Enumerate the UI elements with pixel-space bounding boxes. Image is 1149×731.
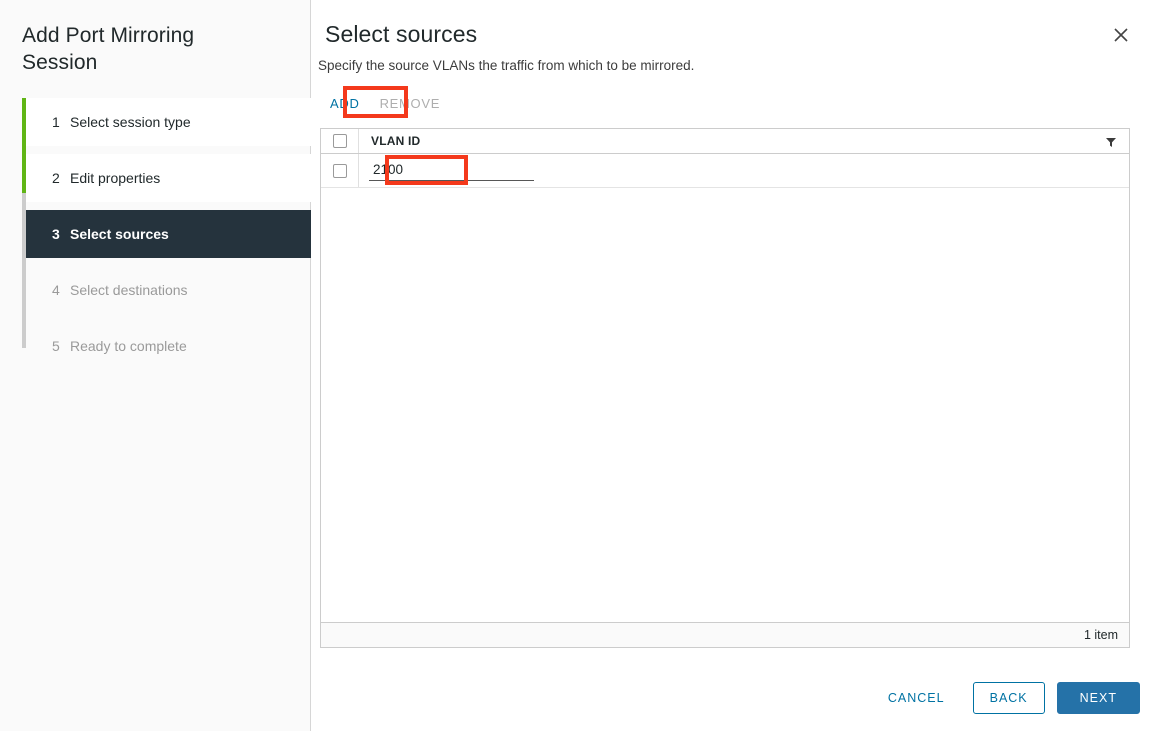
add-port-mirroring-session-wizard: Add Port Mirroring Session 1 Select sess… [0,0,1149,731]
table-row [321,154,1129,188]
back-button[interactable]: BACK [973,682,1045,714]
row-checkbox[interactable] [333,164,347,178]
cancel-button[interactable]: CANCEL [872,682,961,714]
close-icon[interactable] [1107,21,1135,49]
vlan-sources-table: VLAN ID 1 item [320,128,1130,648]
add-button[interactable]: ADD [320,92,370,115]
sidebar-step-ready-to-complete[interactable]: 5 Ready to complete [26,322,311,370]
table-action-bar: ADD REMOVE [320,90,450,116]
row-select-cell [321,154,359,187]
next-button[interactable]: NEXT [1057,682,1140,714]
step-number: 4 [52,282,70,298]
step-number: 2 [52,170,70,186]
sidebar-step-edit-properties[interactable]: 2 Edit properties [26,154,311,202]
wizard-main-panel: Select sources Specify the source VLANs … [311,0,1149,731]
page-subtitle: Specify the source VLANs the traffic fro… [318,58,694,73]
step-separator-3 [26,258,311,266]
table-header-row: VLAN ID [321,129,1129,154]
step-number: 1 [52,114,70,130]
vlan-id-cell [359,154,534,187]
sidebar-step-select-session-type[interactable]: 1 Select session type [26,98,311,146]
step-separator-1 [26,146,311,154]
filter-funnel-icon[interactable] [1105,135,1117,147]
step-separator-4 [26,314,311,322]
step-label: Ready to complete [70,338,187,354]
select-all-checkbox[interactable] [333,134,347,148]
wizard-sidebar: Add Port Mirroring Session 1 Select sess… [0,0,311,731]
step-separator-2 [26,202,311,210]
table-footer: 1 item [321,622,1129,647]
remove-button: REMOVE [370,92,451,115]
vlan-id-input[interactable] [369,160,534,181]
step-label: Select destinations [70,282,188,298]
step-label: Edit properties [70,170,160,186]
sidebar-step-select-destinations[interactable]: 4 Select destinations [26,266,311,314]
step-label: Select session type [70,114,191,130]
step-number: 5 [52,338,70,354]
sidebar-step-select-sources[interactable]: 3 Select sources [26,210,311,258]
item-count-label: 1 item [1084,628,1118,642]
wizard-step-list: 1 Select session type 2 Edit properties … [22,98,311,370]
step-number: 3 [52,226,70,242]
wizard-title: Add Port Mirroring Session [22,22,272,76]
step-label: Select sources [70,226,169,242]
column-header-vlan-id: VLAN ID [359,134,420,148]
page-title: Select sources [325,21,477,48]
select-all-cell [321,129,359,153]
wizard-footer-buttons: CANCEL BACK NEXT [872,682,1140,714]
